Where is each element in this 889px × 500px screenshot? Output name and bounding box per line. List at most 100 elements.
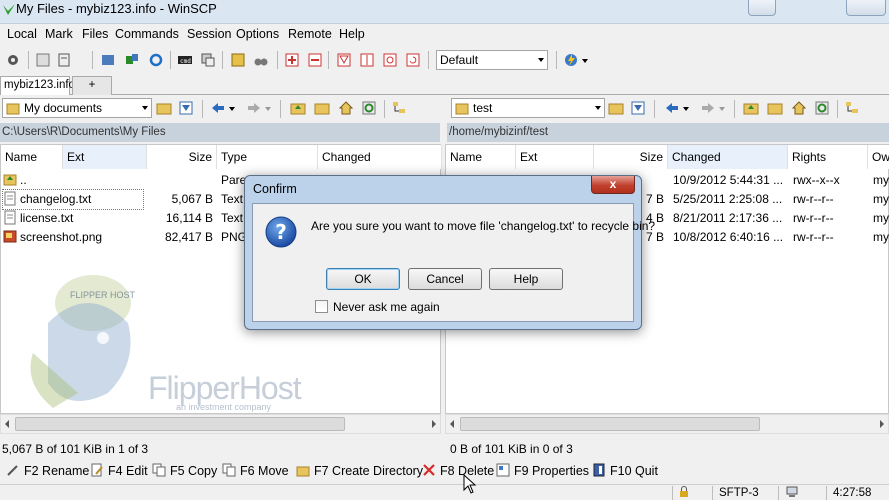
scroll-right-icon[interactable] xyxy=(880,420,884,428)
remote-location-select[interactable]: test xyxy=(451,98,605,118)
never-ask-checkbox[interactable]: Never ask me again xyxy=(315,300,440,314)
local-scroll-thumb[interactable] xyxy=(15,417,345,431)
clear-selection-icon[interactable] xyxy=(382,52,398,68)
local-hscroll[interactable] xyxy=(0,414,441,434)
col-ext[interactable]: Ext xyxy=(516,145,594,169)
f6-move-button[interactable]: F6 Move xyxy=(222,463,289,478)
f9-properties-button[interactable]: F9 Properties xyxy=(496,463,589,478)
preferences-icon[interactable] xyxy=(35,52,51,68)
col-changed[interactable]: Changed xyxy=(318,145,442,169)
refresh-icon[interactable] xyxy=(148,52,164,68)
root-dir-icon[interactable] xyxy=(767,100,783,116)
console-icon[interactable]: cmd xyxy=(177,52,193,68)
f10-quit-button[interactable]: F10 Quit xyxy=(592,463,658,478)
local-location-select[interactable]: My documents xyxy=(2,98,152,118)
back-dropdown-icon[interactable] xyxy=(682,100,690,116)
session-time: 4:27:58 xyxy=(826,486,889,500)
menu-options[interactable]: Options xyxy=(236,27,279,41)
col-name[interactable]: Name xyxy=(446,145,516,169)
col-owner[interactable]: Ow xyxy=(868,145,889,169)
function-key-bar: F2 Rename F4 Edit F5 Copy F6 Move F7 Cre… xyxy=(0,460,889,482)
globe-lightning-icon[interactable] xyxy=(563,52,579,68)
open-folder-icon[interactable] xyxy=(608,100,624,116)
close-window-button[interactable] xyxy=(846,0,886,16)
menu-bar: Local Mark Files Commands Session Option… xyxy=(0,25,889,45)
col-type[interactable]: Type xyxy=(217,145,318,169)
menu-remote[interactable]: Remote xyxy=(288,27,332,41)
file-changed: 8/21/2011 2:17:36 ... xyxy=(673,211,783,225)
menu-files[interactable]: Files xyxy=(82,27,108,41)
queue-icon[interactable] xyxy=(56,52,72,68)
col-changed[interactable]: Changed xyxy=(668,145,788,169)
remote-scroll-thumb[interactable] xyxy=(460,417,760,431)
menu-commands[interactable]: Commands xyxy=(115,27,179,41)
f7-create-directory-button[interactable]: F7 Create Directory xyxy=(296,463,423,478)
restore-selection-icon[interactable] xyxy=(405,52,421,68)
unselect-files-icon[interactable] xyxy=(307,52,323,68)
forward-dropdown-icon[interactable] xyxy=(264,100,272,116)
filter-pane-icon[interactable] xyxy=(630,100,646,116)
new-session-tab[interactable]: + xyxy=(72,76,112,95)
parent-folder-icon xyxy=(3,174,17,186)
help-button[interactable]: Help xyxy=(489,268,563,290)
filter-icon[interactable] xyxy=(336,52,352,68)
minimize-button[interactable] xyxy=(748,0,776,16)
select-files-icon[interactable] xyxy=(284,52,300,68)
tree-icon[interactable] xyxy=(844,100,860,116)
menu-session[interactable]: Session xyxy=(187,27,231,41)
back-dropdown-icon[interactable] xyxy=(228,100,236,116)
mouse-cursor-icon xyxy=(463,474,477,494)
col-size[interactable]: Size xyxy=(594,145,668,169)
parent-dir-icon[interactable] xyxy=(290,100,306,116)
back-icon[interactable] xyxy=(664,100,680,116)
f8-delete-button[interactable]: F8 Delete xyxy=(422,463,494,478)
f5-copy-button[interactable]: F5 Copy xyxy=(152,463,217,478)
menu-local[interactable]: Local xyxy=(7,27,37,41)
col-size[interactable]: Size xyxy=(147,145,217,169)
dialog-close-button[interactable]: x xyxy=(591,176,635,194)
home-icon[interactable] xyxy=(791,100,807,116)
image-file-icon xyxy=(3,230,17,243)
checkbox-box[interactable] xyxy=(315,300,328,313)
synchronize-icon[interactable] xyxy=(124,52,140,68)
putty-icon[interactable] xyxy=(200,52,216,68)
home-icon[interactable] xyxy=(338,100,354,116)
text-file-icon xyxy=(4,191,16,206)
f4-edit-button[interactable]: F4 Edit xyxy=(90,463,148,478)
scroll-right-icon[interactable] xyxy=(432,420,436,428)
remote-hscroll[interactable] xyxy=(445,414,889,434)
open-terminal-icon[interactable] xyxy=(100,52,116,68)
computer-icon xyxy=(786,486,798,497)
scroll-left-icon[interactable] xyxy=(5,420,9,428)
col-name[interactable]: Name xyxy=(1,145,63,169)
forward-dropdown-icon[interactable] xyxy=(718,100,726,116)
filter-pane-icon[interactable] xyxy=(178,100,194,116)
tree-icon[interactable] xyxy=(391,100,407,116)
session-icon[interactable] xyxy=(230,52,246,68)
menu-help[interactable]: Help xyxy=(339,27,365,41)
title-bar: My Files - mybiz123.info - WinSCP xyxy=(0,0,889,24)
chevron-down-icon[interactable] xyxy=(581,52,589,68)
tab-mybiz123[interactable]: mybiz123.info xyxy=(0,76,75,95)
refresh-pane-icon[interactable] xyxy=(814,100,830,116)
f2-rename-button[interactable]: F2 Rename xyxy=(6,463,89,478)
scroll-left-icon[interactable] xyxy=(450,420,454,428)
transfer-settings-select[interactable]: Default xyxy=(436,50,548,70)
col-ext[interactable]: Ext xyxy=(63,145,147,169)
ok-button[interactable]: OK xyxy=(326,268,400,290)
root-dir-icon[interactable] xyxy=(314,100,330,116)
forward-icon[interactable] xyxy=(246,100,262,116)
f2-label: F2 Rename xyxy=(24,464,90,478)
invert-selection-icon[interactable] xyxy=(359,52,375,68)
forward-icon[interactable] xyxy=(700,100,716,116)
back-icon[interactable] xyxy=(210,100,226,116)
col-rights[interactable]: Rights xyxy=(788,145,868,169)
parent-dir-icon[interactable] xyxy=(743,100,759,116)
cancel-button[interactable]: Cancel xyxy=(408,268,482,290)
binoculars-icon[interactable] xyxy=(253,52,269,68)
open-folder-icon[interactable] xyxy=(156,100,172,116)
gear-icon[interactable] xyxy=(5,52,21,68)
edit-icon xyxy=(91,463,103,477)
menu-mark[interactable]: Mark xyxy=(45,27,73,41)
refresh-pane-icon[interactable] xyxy=(361,100,377,116)
